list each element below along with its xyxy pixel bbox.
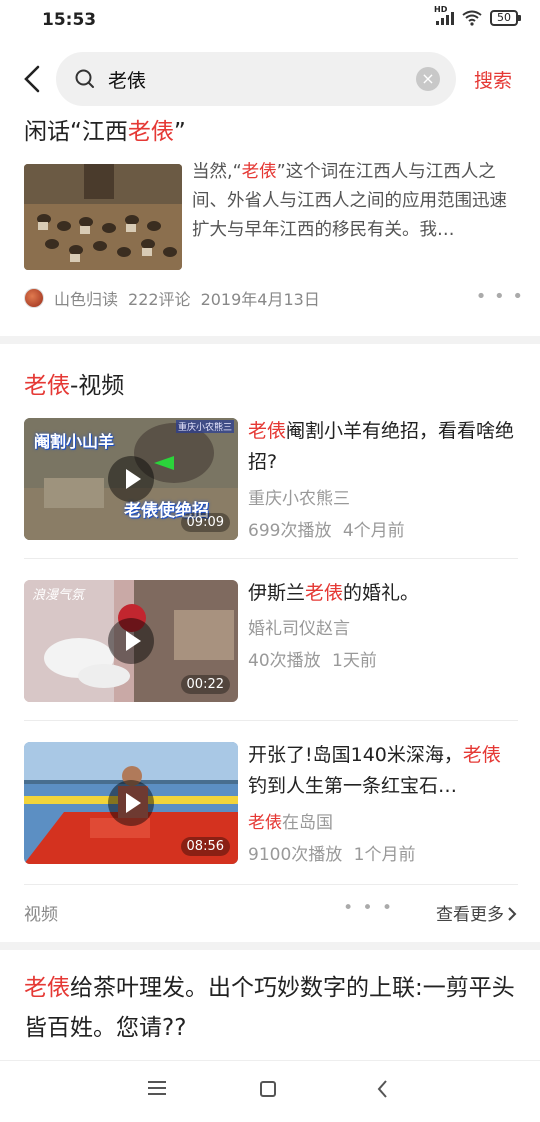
wifi-icon — [462, 10, 482, 26]
video-thumbnail[interactable]: 阉割小山羊 重庆小农熊三 老俵使绝招 09:09 — [24, 418, 238, 540]
video-title[interactable]: 开张了!岛国140米深海，老俵钓到人生第一条红宝石… — [248, 740, 518, 802]
play-icon[interactable] — [108, 780, 154, 826]
video-duration: 09:09 — [180, 513, 230, 532]
clear-icon[interactable]: × — [416, 67, 440, 91]
video-section-title[interactable]: 老俵-视频 — [24, 366, 124, 400]
video-footer-label: 视频 — [24, 905, 58, 925]
video-item[interactable]: 浪漫气氛 00:22 伊斯兰老俵的婚礼。 婚礼司仪赵言 40次播放 1天前 — [24, 580, 518, 702]
section-divider — [0, 336, 540, 344]
article-thumbnail[interactable] — [24, 164, 182, 270]
article-meta: 山色归读 222评论 2019年4月13日 • • • — [24, 286, 524, 310]
video-author[interactable]: 老俵在岛国 — [248, 808, 333, 833]
video-item[interactable]: 阉割小山羊 重庆小农熊三 老俵使绝招 09:09 老俵阉割小羊有绝招，看看啥绝招… — [24, 416, 518, 541]
section-divider — [0, 942, 540, 950]
play-icon[interactable] — [108, 618, 154, 664]
video-section-footer: 视频 • • • 查看更多 — [24, 898, 518, 930]
article-comments: 222评论 — [128, 290, 191, 309]
video-stats: 9100次播放 1个月前 — [248, 845, 416, 865]
video-thumbnail[interactable]: 08:56 — [24, 742, 238, 864]
search-input[interactable]: 老俵 × — [56, 52, 456, 106]
video-author[interactable]: 婚礼司仪赵言 — [248, 614, 350, 639]
status-bar: 15:53 HD 50 — [0, 0, 540, 44]
video-author[interactable]: 重庆小农熊三 — [248, 484, 350, 509]
status-time: 15:53 — [42, 10, 97, 30]
menu-icon[interactable] — [148, 1081, 166, 1095]
article-source[interactable]: 山色归读 — [54, 286, 118, 310]
home-icon[interactable] — [260, 1081, 276, 1097]
article-date: 2019年4月13日 — [200, 290, 320, 309]
signal-icon: HD — [434, 5, 454, 25]
search-button[interactable]: 搜索 — [474, 66, 512, 93]
video-title[interactable]: 老俵阉割小羊有绝招，看看啥绝招? — [248, 416, 518, 478]
back-icon[interactable] — [374, 1077, 392, 1101]
search-icon — [75, 69, 94, 88]
back-arrow-icon[interactable] — [18, 62, 48, 96]
video-stats: 699次播放 4个月前 — [248, 521, 405, 541]
battery-indicator: 50 — [490, 10, 521, 26]
view-more-button[interactable]: 查看更多 — [436, 900, 518, 925]
source-avatar — [24, 288, 44, 308]
video-stats: 40次播放 1天前 — [248, 651, 377, 671]
video-item[interactable]: 08:56 开张了!岛国140米深海，老俵钓到人生第一条红宝石… 老俵在岛国 9… — [24, 740, 518, 865]
video-thumbnail[interactable]: 浪漫气氛 00:22 — [24, 580, 238, 702]
system-nav-bar — [0, 1060, 540, 1122]
article-title[interactable]: 老俵给茶叶理发。出个巧妙数字的上联:一剪平头皆百姓。您请?? — [24, 968, 518, 1048]
chevron-right-icon — [508, 907, 517, 921]
more-options-icon[interactable]: • • • — [476, 286, 524, 307]
search-bar: 老俵 × 搜索 — [0, 52, 540, 106]
video-duration: 08:56 — [180, 837, 230, 856]
search-query: 老俵 — [108, 70, 147, 92]
video-duration: 00:22 — [180, 675, 230, 694]
article-snippet: 当然,“老俵”这个词在江西人与江西人之间、外省人与江西人之间的应用范围迅速扩大与… — [192, 162, 507, 240]
article-title[interactable]: 闲话“江西老俵” — [24, 112, 186, 146]
play-icon[interactable] — [108, 456, 154, 502]
video-title[interactable]: 伊斯兰老俵的婚礼。 — [248, 578, 518, 609]
more-options-icon[interactable]: • • • — [343, 898, 394, 918]
